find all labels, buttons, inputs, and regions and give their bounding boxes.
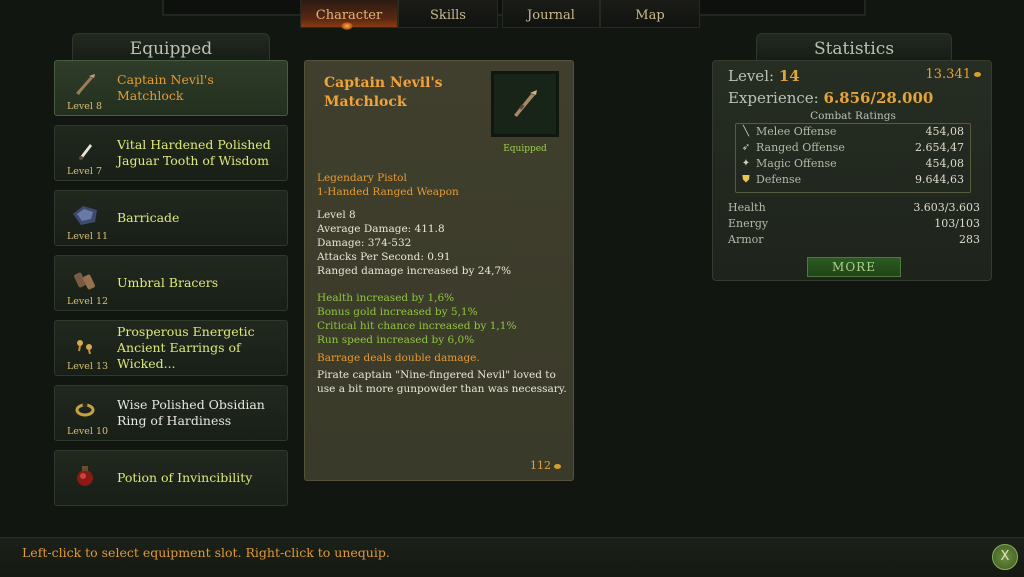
item-type: Legendary Pistol 1-Handed Ranged Weapon [317, 172, 459, 198]
slot-level: Level 8 [67, 101, 103, 112]
combat-ratings: ╲ Melee Offense 454,08 ➶ Ranged Offense 2.65… [735, 123, 971, 193]
equip-slot-barricade[interactable]: Level 11 Barricade [54, 190, 288, 246]
combat-row-magic: ✦ Magic Offense 454,08 [741, 157, 964, 170]
slot-level: Level 11 [67, 231, 109, 242]
item-price: 112 [530, 459, 561, 472]
ring-icon [65, 392, 105, 428]
character-level: Level: 14 [728, 67, 800, 85]
equip-slot-tooth[interactable]: Level 7 Vital Hardened Polished Jaguar T… [54, 125, 288, 181]
slot-level: Level 7 [67, 166, 103, 177]
matchlock-icon [65, 67, 105, 103]
combat-ratings-title: Combat Ratings [810, 110, 896, 122]
wand-icon: ✦ [741, 158, 751, 169]
slot-name: Captain Nevil's Matchlock [117, 72, 214, 103]
equip-slot-matchlock[interactable]: Level 8 Captain Nevil's Matchlock [54, 60, 288, 116]
active-tab-glow [341, 22, 353, 30]
earrings-icon [65, 327, 105, 363]
equip-slot-bracers[interactable]: Level 12 Umbral Bracers [54, 255, 288, 311]
footer-bar: Left-click to select equipment slot. Rig… [0, 537, 1024, 577]
item-special: Barrage deals double damage. [317, 352, 480, 364]
stat-health: Health 3.603/3.603 [728, 201, 980, 214]
equipped-label: Equipped [503, 144, 547, 154]
bracers-icon [65, 262, 105, 298]
slot-name: Prosperous Energetic Ancient Earrings of… [117, 324, 255, 371]
combat-row-ranged: ➶ Ranged Offense 2.654,47 [741, 141, 964, 154]
tab-map[interactable]: Map [600, 0, 700, 28]
tab-skills[interactable]: Skills [398, 0, 498, 28]
slot-name: Wise Polished Obsidian Ring of Hardiness [117, 397, 265, 428]
equip-slot-potion[interactable]: Potion of Invincibility [54, 450, 288, 506]
sword-icon: ╲ [742, 126, 750, 137]
slot-level: Level 12 [67, 296, 109, 307]
slot-name: Potion of Invincibility [117, 470, 253, 485]
gold-amount: 13.341 [926, 67, 981, 82]
potion-icon [65, 457, 105, 493]
matchlock-icon [491, 71, 559, 137]
tab-journal[interactable]: Journal [502, 0, 600, 28]
statistics-panel: Level: 14 13.341 Experience: 6.856/28.00… [712, 60, 992, 281]
slot-level: Level 13 [67, 361, 109, 372]
item-detail-panel: Captain Nevil's Matchlock Equipped Legen… [304, 60, 574, 481]
gold-coin-icon [554, 463, 561, 469]
stat-armor: Armor 283 [728, 233, 980, 246]
equipped-list: Level 8 Captain Nevil's Matchlock Level … [54, 60, 288, 515]
shield-icon [65, 197, 105, 233]
tooth-icon [65, 132, 105, 168]
gold-coin-icon [974, 72, 981, 77]
equip-slot-earrings[interactable]: Level 13 Prosperous Energetic Ancient Ea… [54, 320, 288, 376]
statistics-header: Statistics [756, 33, 952, 62]
experience: Experience: 6.856/28.000 [728, 89, 934, 107]
slot-name: Vital Hardened Polished Jaguar Tooth of … [117, 137, 271, 168]
slot-name: Umbral Bracers [117, 275, 219, 290]
close-button[interactable]: X [992, 544, 1018, 570]
item-bonus-stats: Health increased by 1,6% Bonus gold incr… [317, 292, 517, 346]
item-base-stats: Level 8 Average Damage: 411.8 Damage: 37… [317, 209, 512, 277]
slot-level: Level 10 [67, 426, 109, 437]
combat-row-melee: ╲ Melee Offense 454,08 [736, 124, 970, 140]
arrow-icon: ➶ [741, 142, 751, 153]
more-button[interactable]: MORE [807, 257, 901, 277]
tab-bar: Character Skills Journal Map [300, 0, 700, 28]
equip-slot-ring[interactable]: Level 10 Wise Polished Obsidian Ring of … [54, 385, 288, 441]
shield-icon: ⛊ [742, 174, 750, 185]
stat-energy: Energy 103/103 [728, 217, 980, 230]
equipped-header: Equipped [72, 33, 270, 62]
slot-name: Barricade [117, 210, 180, 225]
item-title: Captain Nevil's Matchlock [324, 75, 443, 110]
combat-row-defense: ⛊ Defense 9.644,63 [736, 172, 970, 188]
item-flavor-text: Pirate captain "Nine-fingered Nevil" lov… [317, 369, 567, 395]
footer-hint: Left-click to select equipment slot. Rig… [22, 545, 390, 560]
